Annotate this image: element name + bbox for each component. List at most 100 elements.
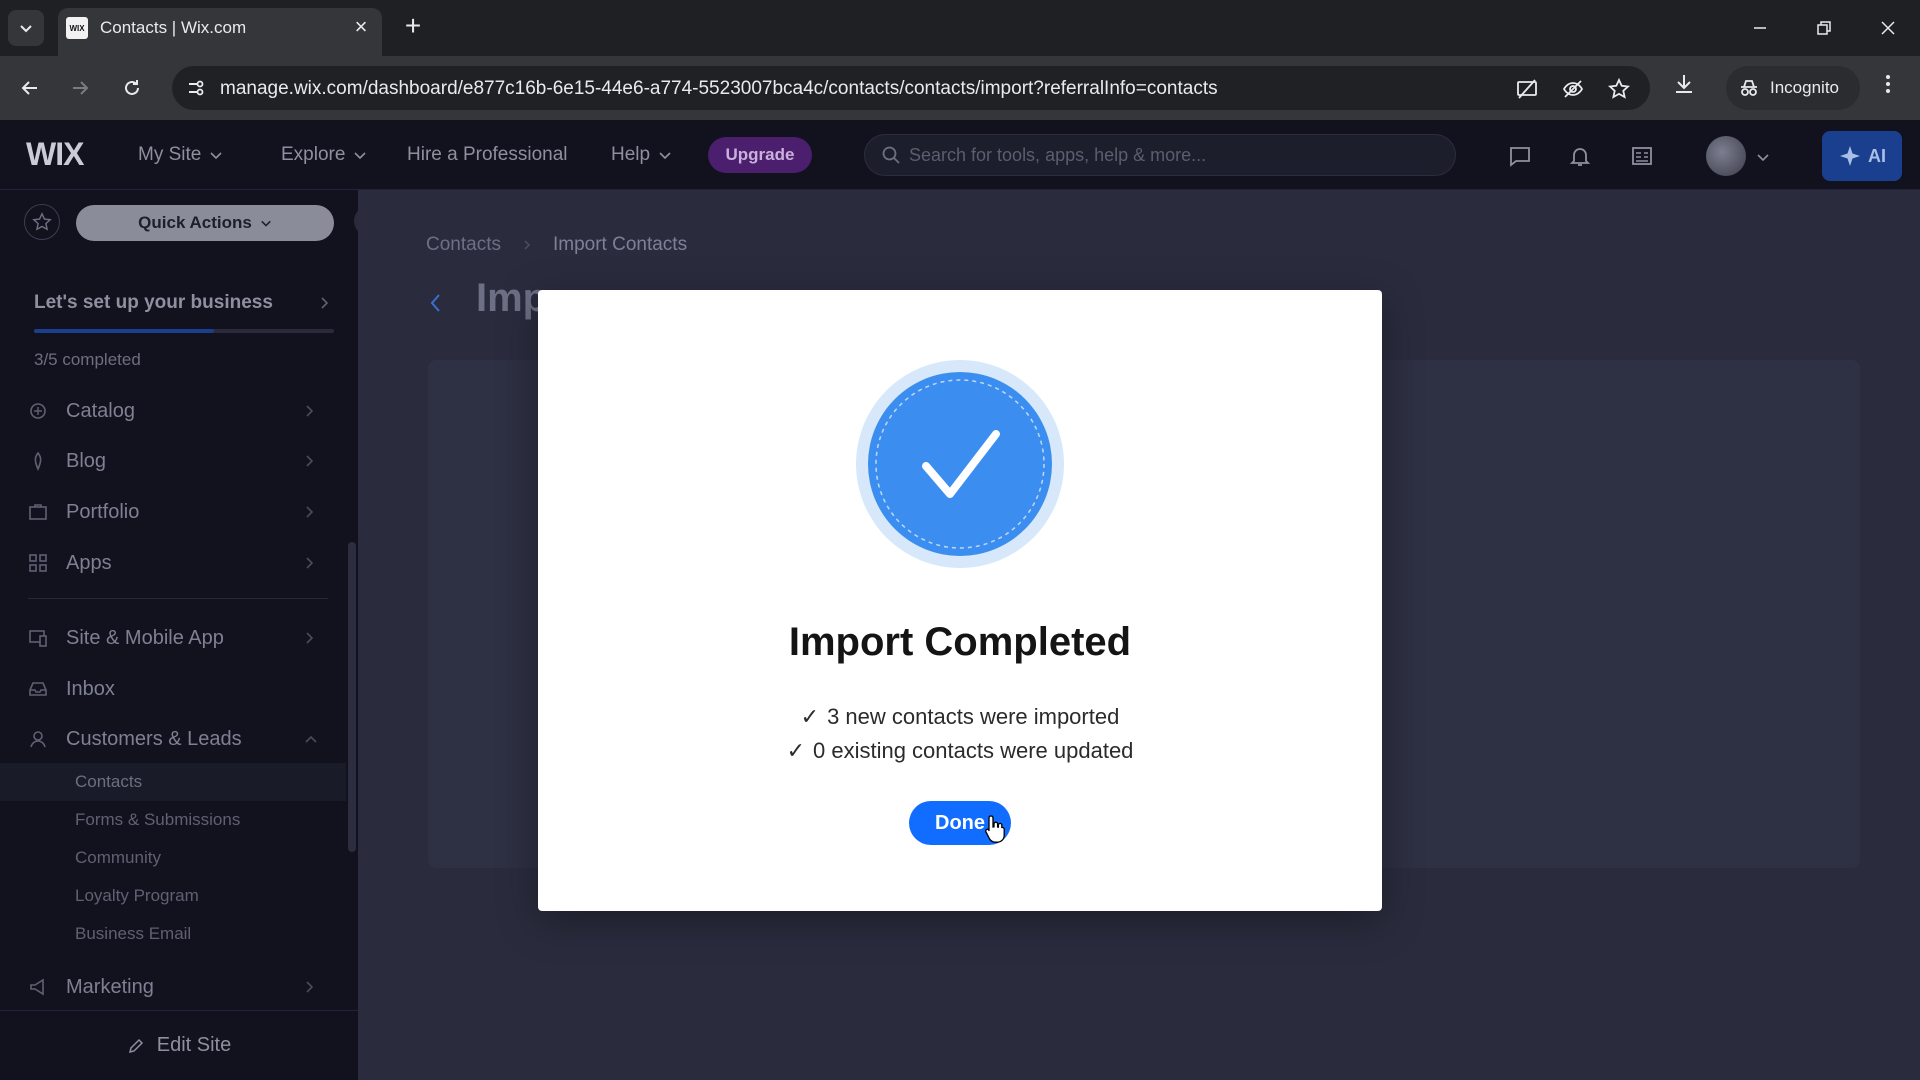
sidebar-subitem-loyalty[interactable]: Loyalty Program (0, 877, 346, 915)
chevron-right-icon (306, 981, 314, 993)
site-preview-icon[interactable] (1628, 142, 1656, 170)
chevron-right-icon (306, 557, 314, 569)
sidebar: Quick Actions Let's set up your business… (0, 190, 384, 1080)
sidebar-item-marketing[interactable]: Marketing (0, 962, 340, 1012)
setup-title[interactable]: Let's set up your business (34, 292, 273, 314)
chevron-up-icon (305, 735, 317, 743)
sidebar-item-label: Portfolio (66, 500, 140, 523)
ai-label: AI (1868, 145, 1886, 166)
quick-actions-button[interactable]: Quick Actions (76, 205, 334, 241)
site-mobile-icon (27, 627, 49, 649)
check-icon: ✓ (800, 704, 820, 729)
breadcrumb-import-contacts: Import Contacts (552, 234, 688, 255)
search-icon (881, 145, 901, 165)
chevron-right-icon[interactable] (318, 296, 330, 310)
apps-icon (27, 552, 49, 574)
wix-top-bar: WIX My Site Explore Hire a Professional … (0, 120, 1920, 190)
chevron-right-icon (306, 455, 314, 467)
chevron-right-icon (524, 240, 530, 250)
chevron-right-icon (306, 405, 314, 417)
close-icon (1881, 21, 1895, 35)
check-icon: ✓ (786, 738, 805, 763)
more-menu-icon[interactable] (1876, 72, 1900, 96)
url-text[interactable]: manage.wix.com/dashboard/e877c16b-6e15-4… (220, 78, 1218, 100)
chevron-down-icon (354, 152, 366, 160)
restore-button[interactable] (1804, 10, 1844, 46)
sidebar-subitem-business-email[interactable]: Business Email (0, 915, 346, 953)
sidebar-item-label: Catalog (66, 399, 135, 422)
sidebar-item-inbox[interactable]: Inbox (0, 664, 340, 714)
sidebar-item-apps[interactable]: Apps (0, 538, 340, 588)
search-box[interactable] (864, 134, 1456, 176)
page-title: Imp (476, 276, 548, 320)
sidebar-subitem-contacts[interactable]: Contacts (0, 763, 346, 801)
import-completed-modal: Import Completed ✓ 3 new contacts were im… (538, 290, 1382, 911)
back-button[interactable] (12, 70, 48, 106)
minimize-icon (1754, 27, 1766, 29)
edit-site-button[interactable]: Edit Site (0, 1010, 358, 1080)
blog-icon (27, 450, 49, 472)
reload-button[interactable] (114, 70, 150, 106)
modal-title: Import Completed (788, 620, 1132, 664)
back-arrow-icon[interactable] (428, 292, 444, 314)
tab-search-button[interactable] (8, 10, 44, 46)
marketing-icon (27, 976, 49, 998)
incognito-badge[interactable]: Incognito (1726, 66, 1860, 110)
sidebar-item-customers-leads[interactable]: Customers & Leads (0, 714, 340, 764)
favorites-button[interactable] (24, 204, 60, 240)
close-window-button[interactable] (1868, 10, 1908, 46)
sidebar-subitem-label: Forms & Submissions (75, 810, 241, 829)
incognito-label: Incognito (1770, 78, 1839, 97)
chevron-down-icon (20, 25, 32, 33)
nav-label: My Site (138, 144, 202, 165)
result-updated-text: 0 existing contacts were updated (813, 738, 1134, 763)
chevron-down-icon (210, 152, 222, 160)
breadcrumb-contacts[interactable]: Contacts (426, 234, 501, 256)
download-icon[interactable] (1672, 72, 1696, 96)
chevron-down-icon (659, 152, 671, 160)
sidebar-item-blog[interactable]: Blog (0, 436, 340, 486)
notifications-bell-icon[interactable] (1566, 142, 1594, 170)
new-tab-button[interactable]: + (398, 12, 428, 42)
result-updated: ✓ 0 existing contacts were updated (538, 738, 1382, 764)
nav-hire-professional[interactable]: Hire a Professional (407, 144, 568, 166)
nav-explore[interactable]: Explore (281, 144, 367, 166)
sidebar-subitem-community[interactable]: Community (0, 839, 346, 877)
site-info-icon[interactable] (186, 78, 206, 98)
catalog-icon (27, 400, 49, 422)
edit-site-label: Edit Site (156, 1034, 232, 1056)
setup-progress-bar (34, 329, 334, 333)
address-bar[interactable]: manage.wix.com/dashboard/e877c16b-6e15-4… (172, 66, 1650, 110)
nav-label: Help (611, 144, 651, 165)
pencil-icon (128, 1038, 143, 1053)
ai-assistant-button[interactable]: AI (1822, 131, 1902, 181)
upgrade-button[interactable]: Upgrade (708, 137, 812, 173)
sidebar-subitem-label: Contacts (75, 772, 143, 791)
cast-off-icon[interactable] (1514, 76, 1540, 102)
nav-my-site[interactable]: My Site (138, 144, 223, 166)
wix-logo[interactable]: WIX (26, 136, 84, 173)
sidebar-subitem-forms[interactable]: Forms & Submissions (0, 801, 346, 839)
sidebar-item-catalog[interactable]: Catalog (0, 386, 340, 436)
search-input[interactable] (909, 141, 1429, 169)
setup-progress-fill (34, 329, 214, 333)
sidebar-subitem-label: Community (75, 848, 161, 867)
nav-help[interactable]: Help (611, 144, 672, 166)
forward-button[interactable] (62, 70, 98, 106)
avatar[interactable] (1706, 136, 1746, 176)
sidebar-item-label: Inbox (66, 677, 115, 700)
sidebar-item-portfolio[interactable]: Portfolio (0, 487, 340, 537)
minimize-button[interactable] (1740, 10, 1780, 46)
sidebar-item-site-mobile-app[interactable]: Site & Mobile App (0, 613, 340, 663)
chat-icon[interactable] (1506, 142, 1534, 170)
tab-close-icon[interactable]: × (350, 16, 372, 38)
success-check-icon (854, 358, 1066, 570)
chevron-right-icon (306, 632, 314, 644)
sidebar-subitem-label: Loyalty Program (75, 886, 199, 905)
result-imported: ✓ 3 new contacts were imported (538, 704, 1382, 730)
bookmark-star-icon[interactable] (1606, 76, 1632, 102)
result-imported-text: 3 new contacts were imported (827, 704, 1120, 729)
sidebar-scrollbar[interactable] (348, 542, 356, 852)
eye-off-icon[interactable] (1560, 76, 1586, 102)
chevron-down-icon[interactable] (1756, 150, 1770, 164)
